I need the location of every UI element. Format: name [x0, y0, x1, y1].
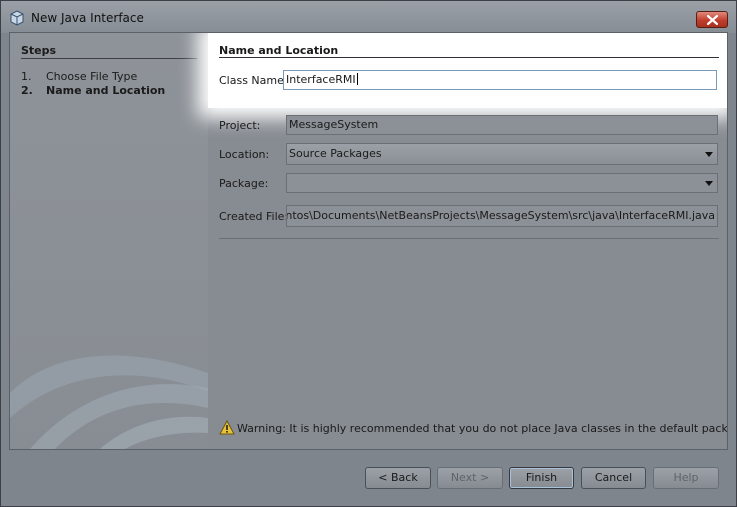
finish-button[interactable]: Finish [509, 467, 574, 489]
location-value: Source Packages [289, 147, 382, 160]
created-file-label: Created File: [219, 210, 289, 223]
title-bar[interactable]: New Java Interface [1, 1, 736, 33]
steps-title: Steps [21, 44, 57, 57]
package-label: Package: [219, 177, 269, 190]
steps-divider [21, 58, 197, 59]
close-button[interactable] [696, 11, 728, 28]
dialog-content: Steps 1. Choose File Type 2. Name and Loca… [9, 32, 728, 450]
step-label: Choose File Type [46, 70, 138, 83]
location-label: Location: [219, 148, 270, 161]
cancel-button[interactable]: Cancel [581, 467, 646, 489]
package-combo[interactable] [286, 173, 718, 193]
chevron-down-icon [705, 152, 713, 157]
dialog-window: New Java Interface Steps 1. Choose File T… [0, 0, 737, 507]
created-file-field: Daniel Santos\Documents\NetBeansProjects… [286, 205, 718, 227]
decorative-swoosh-icon [10, 355, 208, 449]
project-field: MessageSystem [286, 115, 718, 135]
step-label: Name and Location [46, 84, 166, 97]
next-button[interactable]: Next > [437, 467, 503, 489]
warning-message: Warning: It is highly recommended that y… [237, 422, 728, 435]
step-name-and-location: 2. Name and Location [21, 84, 165, 97]
form-divider [219, 238, 719, 239]
form-fields: Project: MessageSystem Location: Source … [208, 33, 727, 449]
chevron-down-icon [705, 181, 713, 186]
step-number: 1. [21, 70, 32, 83]
back-button[interactable]: < Back [365, 467, 431, 489]
project-label: Project: [219, 119, 261, 132]
close-icon [707, 15, 718, 25]
location-select[interactable]: Source Packages [286, 143, 718, 165]
step-number: 2. [21, 84, 33, 97]
window-title: New Java Interface [31, 11, 144, 25]
java-interface-icon [10, 10, 24, 26]
step-choose-file-type: 1. Choose File Type [21, 70, 137, 83]
created-file-value: Daniel Santos\Documents\NetBeansProjects… [286, 209, 715, 222]
help-button[interactable]: Help [653, 467, 719, 489]
steps-panel: Steps 1. Choose File Type 2. Name and Loca… [10, 33, 208, 449]
warning-icon [219, 420, 235, 435]
